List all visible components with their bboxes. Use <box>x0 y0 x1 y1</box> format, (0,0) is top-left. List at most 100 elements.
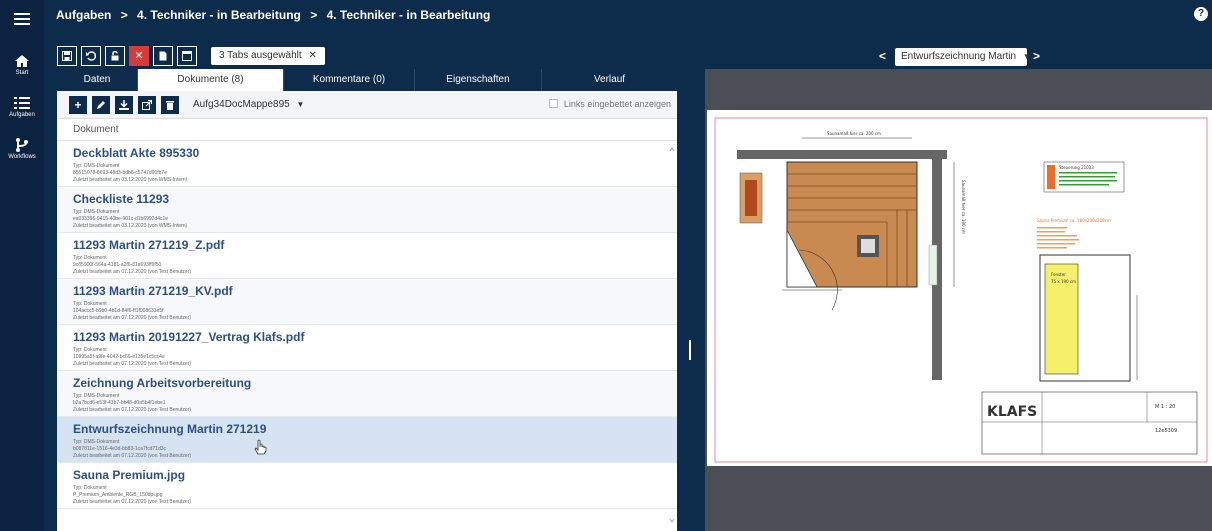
drawing-number: 12e5309 <box>1155 428 1177 434</box>
document-edited: Zuletzt bearbeitet am 07.12.2020 (von Te… <box>73 499 192 505</box>
document-edited: Zuletzt bearbeitet am 03.12.2020 (von WM… <box>73 177 188 183</box>
breadcrumb-level1[interactable]: 4. Techniker - in Bearbeitung <box>137 8 301 22</box>
document-id: 10995a5f-a9fe-4042-bc66-e135e1c5cc4e <box>73 354 165 360</box>
breadcrumb-root[interactable]: Aufgaben <box>56 8 111 22</box>
download-button[interactable] <box>115 96 133 114</box>
nav-item-workflows[interactable]: Workflows <box>0 138 44 160</box>
drawing-page[interactable]: Saunamaß hier ca. 200 cm Saunamaß hier c… <box>707 110 1212 466</box>
list-scrollbar[interactable] <box>669 145 675 525</box>
document-list: Deckblatt Akte 895330 Typ: DMS-Dokument … <box>57 141 677 531</box>
document-edited: Zuletzt bearbeitet am 03.12.2020 (von WM… <box>73 223 188 229</box>
drawing-spec-box: Steuerung 21033 <box>1059 165 1094 170</box>
selected-tabs-label: 3 Tabs ausgewählt <box>219 50 302 61</box>
documents-panel: Daten Dokumente (8) Kommentare (0) Eigen… <box>57 69 677 531</box>
list-item[interactable]: Sauna Premium.jpg Typ: Dokument P_Premiu… <box>57 463 677 509</box>
list-item[interactable]: Zeichnung Arbeitsvorbereitung Typ: DMS-D… <box>57 371 677 417</box>
window-icon <box>182 51 192 61</box>
save-button[interactable] <box>57 46 77 66</box>
document-edited: Zuletzt bearbeitet am 07.12.2020 (von Te… <box>73 269 192 275</box>
edit-document-button[interactable] <box>92 96 110 114</box>
document-type: Typ: Dokument <box>73 347 107 353</box>
next-document-button[interactable]: > <box>1033 49 1040 63</box>
document-type: Typ: DMS-Dokument <box>73 393 120 399</box>
document-id: 104accc5-b9b0-4b1d-84f6-ff1f008633e5f <box>73 308 164 314</box>
undo-button[interactable] <box>81 46 101 66</box>
tab-dokumente[interactable]: Dokumente (8) <box>138 69 284 91</box>
column-header-dokument[interactable]: Dokument <box>57 119 677 141</box>
viewer-document-select[interactable]: Entwurfszeichnung Martin ▼ <box>895 48 1031 66</box>
document-title: Checkliste 11293 <box>73 192 170 206</box>
list-item[interactable]: 11293 Martin 271219_Z.pdf Typ: Dokument … <box>57 233 677 279</box>
selected-tabs-chip[interactable]: 3 Tabs ausgewählt ✕ <box>211 47 325 65</box>
external-link-icon <box>142 99 153 110</box>
list-item[interactable]: 11293 Martin 20191227_Vertrag Klafs.pdf … <box>57 325 677 371</box>
embedded-links-toggle[interactable]: Links eingebettet anzeigen <box>548 99 671 109</box>
document-edited: Zuletzt bearbeitet am 07.12.2020 (von Te… <box>73 361 192 367</box>
unlock-button[interactable] <box>105 46 125 66</box>
prev-document-button[interactable]: < <box>879 49 886 63</box>
menu-icon <box>14 13 30 25</box>
help-button[interactable]: ? <box>1194 7 1208 21</box>
document-type: Typ: DMS-Dokument <box>73 163 120 169</box>
list-item[interactable]: 11293 Martin 271219_KV.pdf Typ: Dokument… <box>57 279 677 325</box>
document-id: b2a7bcd6-e53f-43b7-bb48-d0a5b4f1ebe1 <box>73 400 166 406</box>
nav-label-aufgaben: Aufgaben <box>9 112 35 118</box>
folder-select-value: Aufg34DocMappe895 <box>193 99 290 110</box>
trash-icon <box>166 101 174 110</box>
document-edited: Zuletzt bearbeitet am 07.12.2020 (von Te… <box>73 453 192 459</box>
document-title: Deckblatt Akte 895330 <box>73 146 200 160</box>
document-id: 9c85900f-564a-4181-a2f6-81a693ff9f50 <box>73 262 162 268</box>
nav-label-workflows: Workflows <box>8 154 36 160</box>
add-document-button[interactable]: + <box>69 96 87 114</box>
plus-icon: + <box>74 98 82 112</box>
tab-verlauf[interactable]: Verlauf <box>542 69 677 91</box>
close-icon: ✕ <box>134 50 144 62</box>
menu-button[interactable] <box>0 12 44 26</box>
drawing-sauna-note: Sauna Premium ca. 180x200x208cm <box>1037 218 1111 223</box>
chevron-down-icon: ▼ <box>1022 52 1031 61</box>
tab-daten[interactable]: Daten <box>57 69 138 91</box>
document-type: Typ: Dokument <box>73 255 107 261</box>
document-type: Typ: DMS-Dokument <box>73 209 120 215</box>
tab-eigenschaften[interactable]: Eigenschaften <box>415 69 542 91</box>
nav-item-aufgaben[interactable]: Aufgaben <box>0 96 44 118</box>
embedded-links-label: Links eingebettet anzeigen <box>563 99 671 109</box>
document-id: b087811e-1516-4e3d-bb83-1ca7fcd71d3c <box>73 446 167 452</box>
document-button[interactable] <box>153 46 173 66</box>
floor-plan-drawing: Saunamaß hier ca. 200 cm Saunamaß hier c… <box>714 117 1208 463</box>
document-toolbar: + Aufg34DocMappe895 ▼ Links eingebettet … <box>57 91 677 119</box>
document-title: Sauna Premium.jpg <box>73 468 186 482</box>
pencil-icon <box>97 101 105 109</box>
nav-item-start[interactable]: Start <box>0 54 44 76</box>
breadcrumb-separator: > <box>310 8 318 22</box>
window-button[interactable] <box>177 46 197 66</box>
save-icon <box>62 51 72 61</box>
list-item[interactable]: Checkliste 11293 Typ: DMS-Dokument ea033… <box>57 187 677 233</box>
download-icon <box>119 100 129 110</box>
hand-cursor-icon <box>254 439 267 455</box>
list-item[interactable]: Deckblatt Akte 895330 Typ: DMS-Dokument … <box>57 141 677 187</box>
document-title: 11293 Martin 271219_KV.pdf <box>73 284 233 298</box>
breadcrumb-separator: > <box>120 8 128 22</box>
delete-document-button[interactable] <box>161 96 179 114</box>
document-type: Typ: Dokument <box>73 485 107 491</box>
document-title: Zeichnung Arbeitsvorbereitung <box>73 376 252 390</box>
embedded-links-checkbox[interactable] <box>548 99 558 108</box>
document-edited: Zuletzt bearbeitet am 07.12.2020 (von Te… <box>73 407 192 413</box>
viewer-document-value: Entwurfszeichnung Martin <box>901 51 1017 62</box>
panel-splitter[interactable] <box>689 340 691 360</box>
viewer-header: < Entwurfszeichnung Martin ▼ > <box>705 46 1212 68</box>
tab-kommentare[interactable]: Kommentare (0) <box>284 69 415 91</box>
list-item[interactable]: Entwurfszeichnung Martin 271219 Typ: DMS… <box>57 417 677 463</box>
drawing-scale: M 1 : 20 <box>1155 404 1175 410</box>
document-icon <box>159 51 167 61</box>
chip-close-icon[interactable]: ✕ <box>308 50 316 61</box>
document-type: Typ: DMS-Dokument <box>73 439 120 445</box>
workflow-icon <box>16 138 28 152</box>
delete-button[interactable]: ✕ <box>129 46 149 66</box>
chevron-down-icon: ▼ <box>296 100 305 109</box>
folder-select[interactable]: Aufg34DocMappe895 ▼ <box>187 96 310 114</box>
klafs-logo: KLAFS <box>987 404 1037 420</box>
open-external-button[interactable] <box>138 96 156 114</box>
breadcrumb: Aufgaben > 4. Techniker - in Bearbeitung… <box>56 8 496 22</box>
